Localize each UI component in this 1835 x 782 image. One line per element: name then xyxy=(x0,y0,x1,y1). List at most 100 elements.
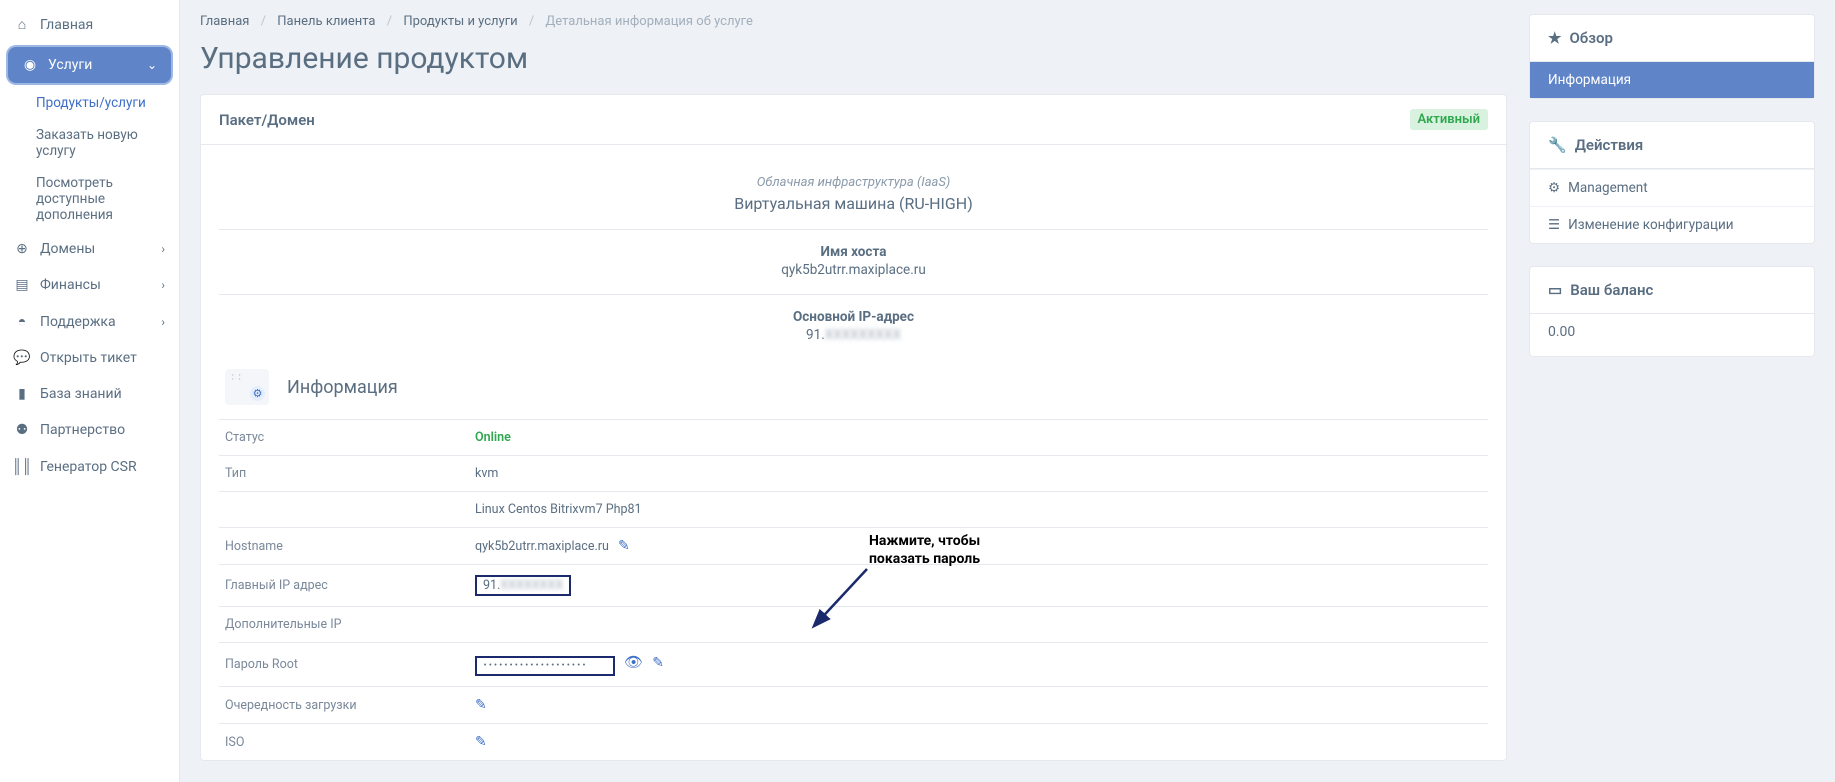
balance-card: ▭ Ваш баланс 0.00 xyxy=(1529,266,1815,357)
sidebar-sub-order[interactable]: Заказать новую услугу xyxy=(0,119,179,167)
aside-item-management[interactable]: ⚙ Management xyxy=(1530,169,1814,206)
wrench-icon: 🔧 xyxy=(1548,136,1567,154)
sidebar-item-finance[interactable]: ▤ Финансы › xyxy=(0,267,179,303)
cube-icon: ◉ xyxy=(22,57,38,73)
cloud-label: Облачная инфраструктура (IaaS) xyxy=(219,175,1488,190)
breadcrumb-products[interactable]: Продукты и услуги xyxy=(403,14,517,29)
package-card: Пакет/Домен Активный Облачная инфраструк… xyxy=(200,94,1507,761)
eye-icon[interactable]: 👁 xyxy=(624,653,643,671)
breadcrumb-sep: / xyxy=(387,14,392,29)
status-value: Online xyxy=(475,430,511,445)
book-icon: ▮ xyxy=(14,386,30,402)
iso-label: ISO xyxy=(219,724,469,761)
page-title: Управление продуктом xyxy=(200,41,1507,76)
sidebar-item-open-ticket[interactable]: 💬 Открыть тикет xyxy=(0,340,179,376)
gears-icon: ⚙ xyxy=(1548,180,1560,196)
server-icon: • •• • ⚙ xyxy=(225,369,269,405)
gear-icon: ⚙ xyxy=(250,386,265,401)
sidebar-label: База знаний xyxy=(40,386,122,402)
chevron-down-icon: ⌄ xyxy=(147,58,157,72)
sidebar-sub-products[interactable]: Продукты/услуги xyxy=(0,87,179,119)
sidebar-label: Финансы xyxy=(40,277,101,293)
breadcrumb-sep: / xyxy=(529,14,534,29)
edit-icon[interactable]: ✎ xyxy=(652,655,664,671)
extra-ip-value xyxy=(469,607,1488,643)
sidebar-item-domains[interactable]: ⊕ Домены › xyxy=(0,231,179,267)
sidebar-sub-addons[interactable]: Посмотреть доступные дополнения xyxy=(0,167,179,231)
sidebar-label: Домены xyxy=(40,241,95,257)
hostname-value: qyk5b2utrr.maxiplace.ru xyxy=(219,262,1488,278)
type-value: kvm xyxy=(469,456,1488,492)
status-label: Статус xyxy=(219,420,469,456)
breadcrumb-current: Детальная информация об услуге xyxy=(546,14,753,29)
os-value: Linux Centos Bitrixvm7 Php81 xyxy=(469,492,1488,528)
aside-label: Изменение конфигурации xyxy=(1568,217,1733,233)
os-label xyxy=(219,492,469,528)
sidebar-item-home[interactable]: ⌂ Главная xyxy=(0,6,179,43)
card-icon: ▭ xyxy=(1548,281,1562,299)
table-row: Тип kvm xyxy=(219,456,1488,492)
type-label: Тип xyxy=(219,456,469,492)
sidebar-label: Поддержка xyxy=(40,314,116,330)
chat-icon: 💬 xyxy=(14,350,30,366)
status-badge: Активный xyxy=(1410,109,1488,130)
main-ip-masked: XXXXXXXX xyxy=(500,578,563,593)
ip-value: 91.XXXXXXXXX xyxy=(219,327,1488,343)
aside-item-config-change[interactable]: ☰ Изменение конфигурации xyxy=(1530,206,1814,243)
barcode-icon: ║║ xyxy=(14,458,30,475)
table-row: Дополнительные IP xyxy=(219,607,1488,643)
table-row: Статус Online xyxy=(219,420,1488,456)
chevron-right-icon: › xyxy=(161,278,165,292)
root-password-box: •••••••••••••••••••• xyxy=(475,656,615,676)
sidebar-item-support[interactable]: ◓ Поддержка › xyxy=(0,303,179,340)
info-table: Статус Online Тип kvm Linux Centos Bitri… xyxy=(219,420,1488,760)
balance-value: 0.00 xyxy=(1530,314,1814,356)
sidebar: ⌂ Главная ◉ Услуги ⌄ Продукты/услуги Зак… xyxy=(0,0,180,782)
chevron-right-icon: › xyxy=(161,242,165,256)
edit-icon[interactable]: ✎ xyxy=(475,734,487,750)
sidebar-label: Открыть тикет xyxy=(40,350,137,366)
table-row: Пароль Root •••••••••••••••••••• 👁 ✎ xyxy=(219,643,1488,687)
sidebar-item-partnership[interactable]: ⚉ Партнерство xyxy=(0,412,179,448)
hostname-row-label: Hostname xyxy=(219,528,469,565)
ip-prefix: 91. xyxy=(806,327,825,343)
sidebar-item-csr[interactable]: ║║ Генератор CSR xyxy=(0,448,179,485)
sidebar-item-kb[interactable]: ▮ База знаний xyxy=(0,376,179,412)
overview-card: ★ Обзор Информация xyxy=(1529,14,1815,99)
hostname-title: Имя хоста xyxy=(219,244,1488,260)
info-title: Информация xyxy=(287,377,398,398)
ip-masked: XXXXXXXXX xyxy=(825,327,901,343)
breadcrumb-panel[interactable]: Панель клиента xyxy=(277,14,375,29)
list-icon: ☰ xyxy=(1548,217,1560,233)
edit-icon[interactable]: ✎ xyxy=(618,538,630,554)
users-icon: ⚉ xyxy=(14,422,30,438)
package-title: Пакет/Домен xyxy=(219,111,315,129)
lifebuoy-icon: ◓ xyxy=(14,313,30,330)
chevron-right-icon: › xyxy=(161,315,165,329)
aside-item-info[interactable]: Информация xyxy=(1530,62,1814,98)
extra-ip-label: Дополнительные IP xyxy=(219,607,469,643)
actions-title: Действия xyxy=(1575,136,1644,154)
sidebar-item-services[interactable]: ◉ Услуги ⌄ xyxy=(8,47,171,83)
edit-icon[interactable]: ✎ xyxy=(475,697,487,713)
overview-title: Обзор xyxy=(1569,29,1612,47)
balance-title: Ваш баланс xyxy=(1570,281,1653,299)
breadcrumb: Главная / Панель клиента / Продукты и ус… xyxy=(200,14,1507,29)
ip-title: Основной IP-адрес xyxy=(219,309,1488,325)
sidebar-label: Генератор CSR xyxy=(40,459,137,475)
star-icon: ★ xyxy=(1548,29,1561,47)
root-label: Пароль Root xyxy=(219,643,469,687)
table-row: Linux Centos Bitrixvm7 Php81 xyxy=(219,492,1488,528)
main-ip-prefix: 91. xyxy=(483,578,500,593)
breadcrumb-home[interactable]: Главная xyxy=(200,14,249,29)
main-ip-label: Главный IP адрес xyxy=(219,565,469,607)
aside-label: Management xyxy=(1568,180,1648,196)
sidebar-label: Главная xyxy=(40,17,93,33)
breadcrumb-sep: / xyxy=(261,14,266,29)
sidebar-label: Услуги xyxy=(48,57,92,73)
table-row: Главный IP адрес 91.XXXXXXXX xyxy=(219,565,1488,607)
actions-card: 🔧 Действия ⚙ Management ☰ Изменение конф… xyxy=(1529,121,1815,244)
table-row: Hostname qyk5b2utrr.maxiplace.ru ✎ xyxy=(219,528,1488,565)
machine-label: Виртуальная машина (RU-HIGH) xyxy=(219,194,1488,213)
main-ip-box: 91.XXXXXXXX xyxy=(475,575,571,596)
